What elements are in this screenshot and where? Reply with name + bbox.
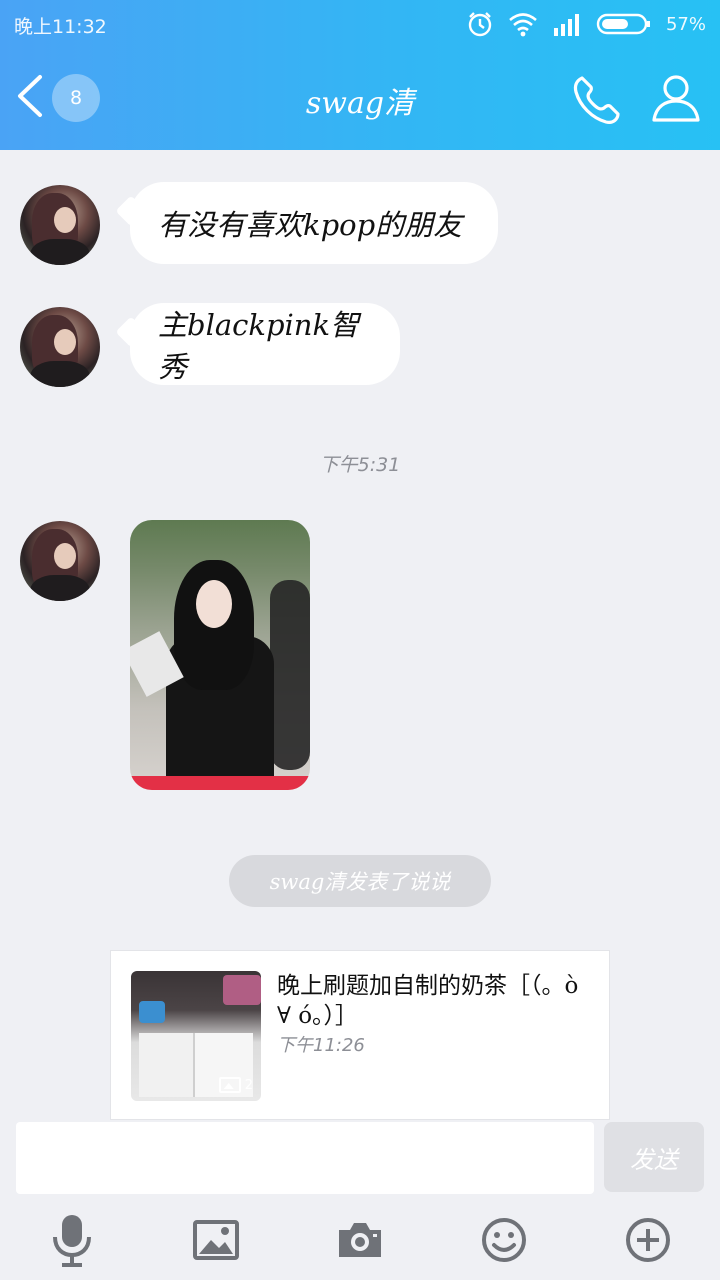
system-notice: swag清发表了说说 <box>229 855 491 907</box>
call-button[interactable] <box>568 72 624 128</box>
profile-button[interactable] <box>648 70 704 126</box>
post-thumbnail: 2 <box>131 971 261 1101</box>
message-text: 有没有喜欢kpop的朋友 <box>158 208 463 242</box>
gallery-button[interactable] <box>184 1210 248 1274</box>
signal-icon <box>552 12 582 36</box>
post-time: 下午11:26 <box>277 1035 365 1056</box>
emoji-icon <box>481 1217 527 1267</box>
message-bubble[interactable]: 有没有喜欢kpop的朋友 <box>130 182 498 264</box>
message-timestamp: 下午5:31 <box>319 454 401 476</box>
send-button[interactable]: 发送 <box>604 1122 704 1192</box>
status-time: 晚上11:32 <box>14 16 107 38</box>
battery-percent: 57% <box>665 13 706 35</box>
avatar[interactable] <box>20 185 100 265</box>
avatar[interactable] <box>20 521 100 601</box>
input-bar: 发送 <box>0 1120 720 1280</box>
more-button[interactable] <box>616 1210 680 1274</box>
message-input[interactable] <box>16 1122 594 1194</box>
battery-icon <box>596 12 652 36</box>
image-icon <box>193 1220 239 1264</box>
avatar[interactable] <box>20 307 100 387</box>
plus-icon <box>625 1217 671 1267</box>
microphone-icon <box>50 1213 94 1271</box>
image-count: 2 <box>218 1077 253 1093</box>
voice-button[interactable] <box>40 1210 104 1274</box>
nav-bar: 8 swag清 <box>0 48 720 150</box>
emoji-button[interactable] <box>472 1210 536 1274</box>
image-count-value: 2 <box>244 1077 253 1093</box>
phone-icon <box>568 76 624 132</box>
status-bar: 晚上11:32 57% <box>0 0 720 48</box>
status-post-card[interactable]: 2 晚上刷题加自制的奶茶［（。ò ∀ ó。）］ 下午11:26 <box>110 950 610 1120</box>
status-icons: 57% <box>466 10 706 38</box>
image-count-icon <box>218 1077 241 1093</box>
image-message[interactable] <box>130 520 310 790</box>
alarm-icon <box>466 10 494 38</box>
post-title: 晚上刷题加自制的奶茶［（。ò ∀ ó。）］ <box>277 973 579 1029</box>
top-bar: 晚上11:32 57% 8 swag清 <box>0 0 720 150</box>
wifi-icon <box>508 11 538 37</box>
profile-icon <box>648 75 704 130</box>
message-text: 主blackpink智秀 <box>158 308 360 384</box>
camera-icon <box>336 1220 384 1264</box>
camera-button[interactable] <box>328 1210 392 1274</box>
message-bubble[interactable]: 主blackpink智秀 <box>130 303 400 385</box>
input-toolbar <box>0 1210 720 1274</box>
